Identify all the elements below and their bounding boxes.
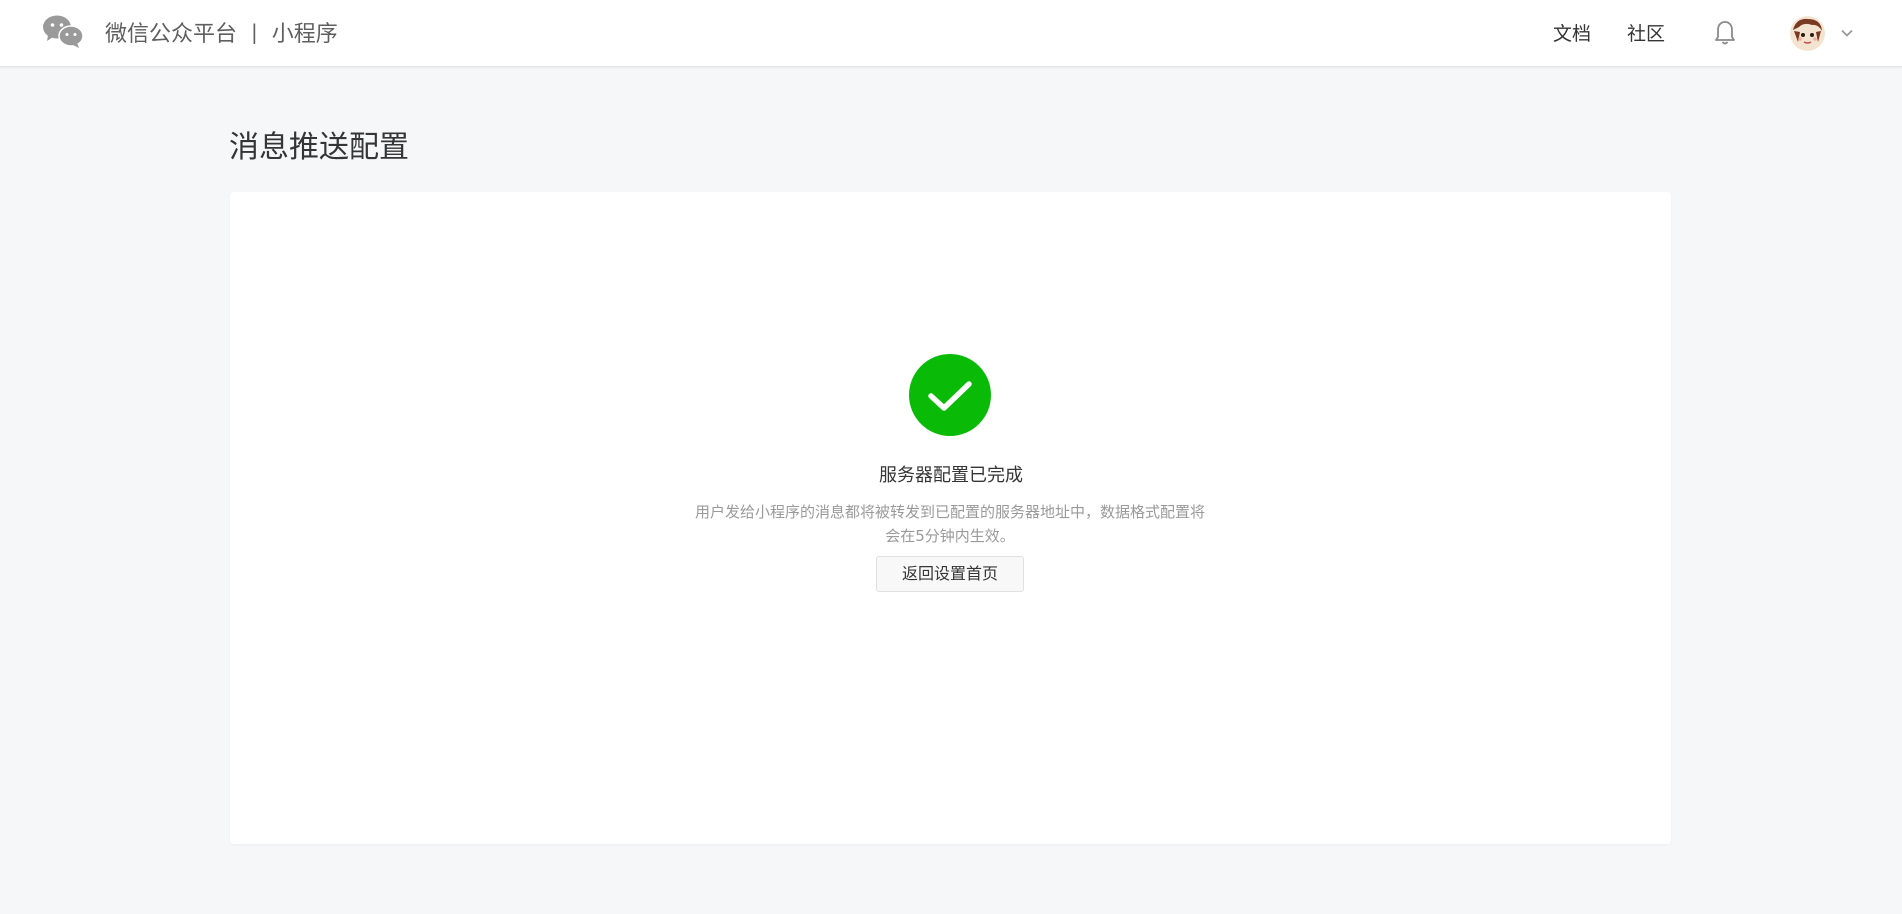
bell-icon[interactable] [1714, 20, 1736, 46]
brand-name: 微信公众平台 [105, 22, 238, 47]
chevron-down-icon[interactable] [1840, 26, 1854, 40]
wechat-logo-icon [43, 15, 84, 48]
logo[interactable] [42, 12, 84, 52]
check-circle-icon [909, 354, 991, 436]
page-title: 消息推送配置 [229, 130, 409, 165]
brand-title[interactable]: 微信公众平台 | 小程序 [105, 16, 338, 48]
nav-link-docs[interactable]: 文档 [1553, 19, 1591, 46]
nav-link-community[interactable]: 社区 [1627, 19, 1665, 46]
result-description: 用户发给小程序的消息都将被转发到已配置的服务器地址中，数据格式配置将会在5分钟内… [694, 503, 1205, 545]
top-navigation-bar: 微信公众平台 | 小程序 文档 社区 [0, 0, 1902, 67]
result-title: 服务器配置已完成 [879, 465, 1023, 486]
product-name: 小程序 [271, 22, 338, 47]
avatar[interactable] [1790, 16, 1825, 51]
back-to-settings-button[interactable]: 返回设置首页 [876, 556, 1024, 592]
brand-separator: | [251, 20, 258, 44]
